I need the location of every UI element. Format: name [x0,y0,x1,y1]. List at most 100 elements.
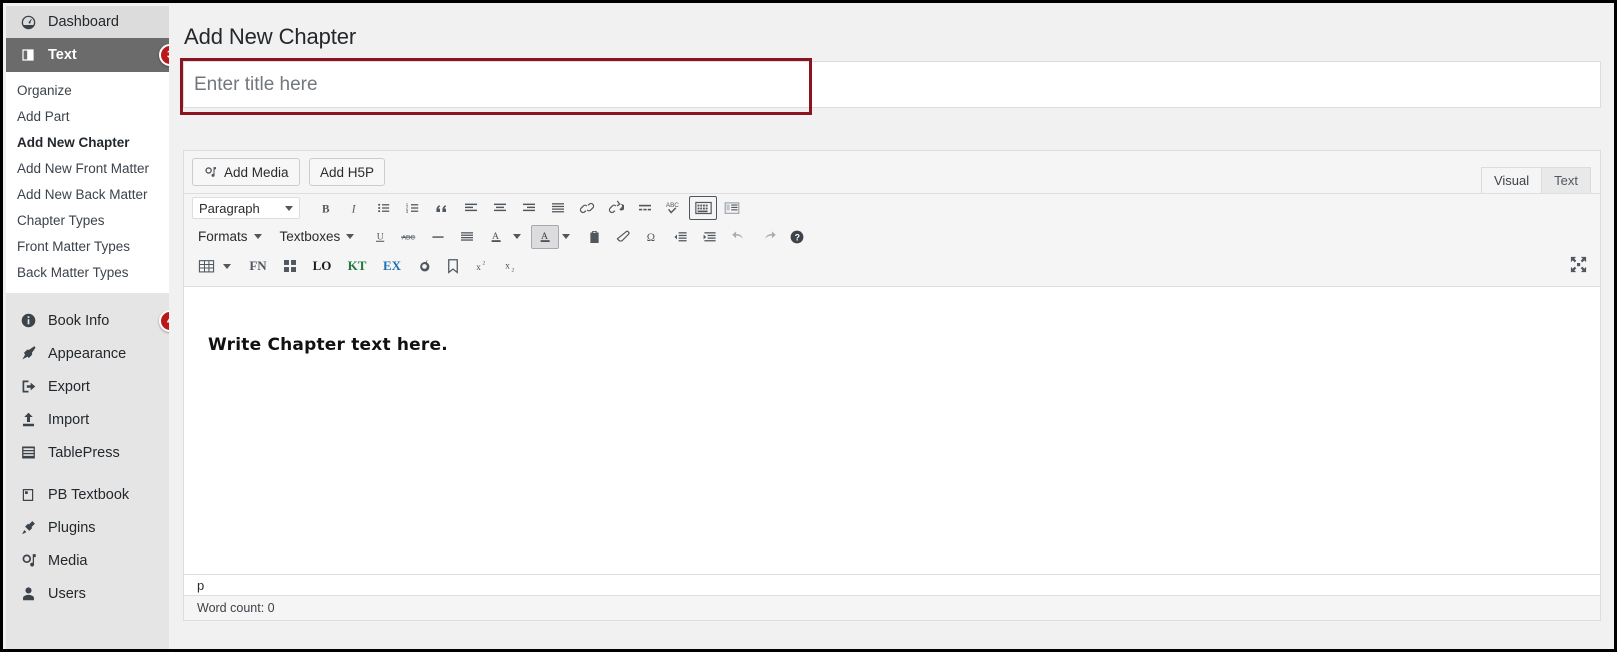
insert-link-icon[interactable] [573,196,601,220]
clear-formatting-icon[interactable] [609,225,637,249]
chevron-down-icon [346,234,355,239]
chevron-down-icon[interactable] [562,234,571,239]
text-color-icon[interactable]: A [482,225,510,249]
chevron-down-icon [253,234,262,239]
svg-text:3: 3 [406,209,409,214]
sidebar-item-back-matter-types[interactable]: Back Matter Types [6,259,169,285]
remove-link-icon[interactable] [602,196,630,220]
sidebar-item-tablepress[interactable]: TablePress [6,436,169,469]
underline-icon[interactable]: U [366,225,394,249]
formats-menu-button[interactable]: Formats [192,225,268,249]
sidebar-item-dashboard[interactable]: Dashboard [6,6,169,38]
textboxes-menu-button[interactable]: Textboxes [274,225,361,249]
sidebar-item-add-new-back-matter[interactable]: Add New Back Matter [6,181,169,207]
italic-icon[interactable]: I [341,196,369,220]
sidebar-item-organize[interactable]: Organize [6,77,169,103]
editor-toolbar-row-2: Formats Textboxes U ABC A A Ω ? [184,222,1600,251]
editor-toolbar-row-3: FN LO KT EX x2 x2 [184,251,1600,281]
key-takeaways-icon[interactable]: KT [340,254,374,278]
media-icon [17,551,39,571]
numbered-list-icon[interactable]: 123 [399,196,427,220]
svg-text:x: x [476,262,481,273]
redo-icon[interactable] [754,225,782,249]
editor-content-text[interactable]: Write Chapter text here. [208,335,1600,355]
sidebar-item-users[interactable]: Users [6,577,169,610]
fullscreen-expand-icon[interactable] [1569,255,1588,279]
editor-mode-tabs: Visual Text [1480,167,1591,193]
keyboard-shortcuts-help-icon[interactable]: ? [783,225,811,249]
exercises-icon[interactable]: EX [375,254,409,278]
subscript-icon[interactable]: x2 [497,254,525,278]
background-color-icon[interactable]: A [531,224,560,249]
sidebar-item-add-part[interactable]: Add Part [6,103,169,129]
decrease-indent-icon[interactable] [667,225,695,249]
sidebar-item-media[interactable]: Media [6,544,169,577]
sidebar-item-appearance[interactable]: Appearance [6,337,169,370]
admin-sidebar: Dashboard Text 3 Organize Add Part Add N… [6,6,169,649]
insert-table-icon[interactable] [718,196,746,220]
align-right-icon[interactable] [515,196,543,220]
learning-objectives-label: LO [312,258,332,273]
special-character-icon[interactable]: Ω [638,225,666,249]
chevron-down-icon[interactable] [223,263,231,269]
chevron-down-icon[interactable] [513,234,522,239]
strikethrough-icon[interactable]: ABC [395,225,423,249]
sidebar-item-export[interactable]: Export [6,370,169,403]
table-grid-icon[interactable] [192,254,220,278]
sidebar-item-plugins[interactable]: Plugins [6,511,169,544]
key-takeaways-label: KT [347,258,367,273]
sidebar-divider [6,293,169,304]
paragraph-format-value: Paragraph [199,200,260,216]
footnote-icon[interactable]: FN [241,254,275,278]
editor-content-area[interactable]: Write Chapter text here. [184,286,1600,574]
footnote-label: FN [249,258,267,273]
table-icon [17,443,39,463]
add-h5p-button[interactable]: Add H5P [309,158,386,186]
editor-toolbar-row-1: Paragraph B I 123 ABC [184,193,1600,222]
paragraph-format-select[interactable]: Paragraph [192,197,300,219]
align-center-icon[interactable] [486,196,514,220]
bold-icon[interactable]: B [312,196,340,220]
svg-text:A: A [492,231,499,242]
chapter-editor: Add Media Add H5P Visual Text Paragraph … [183,150,1601,621]
sidebar-item-label: Media [48,552,88,569]
superscript-icon[interactable]: x2 [468,254,496,278]
chapter-title-input[interactable] [184,62,1600,107]
sidebar-item-chapter-types[interactable]: Chapter Types [6,207,169,233]
tab-visual[interactable]: Visual [1480,167,1543,193]
submenu-item-label: Back Matter Types [17,264,129,280]
table-grid-control[interactable] [192,254,237,278]
sidebar-item-add-new-chapter[interactable]: Add New Chapter [6,129,169,155]
paste-as-text-icon[interactable] [580,225,608,249]
insert-read-more-icon[interactable] [631,196,659,220]
textboxes-label: Textboxes [279,229,341,244]
status-badge: 3 [159,44,169,66]
undo-icon[interactable] [725,225,753,249]
text-color-control[interactable]: A [482,225,527,249]
align-justify-icon[interactable] [544,196,572,220]
spellcheck-icon[interactable]: ABC [660,196,688,220]
background-color-control[interactable]: A [531,224,576,249]
horizontal-rule-icon[interactable] [424,225,452,249]
sidebar-item-book-info[interactable]: Book Info 4 [6,304,169,337]
add-h5p-label: Add H5P [320,164,375,180]
tab-text[interactable]: Text [1541,167,1591,193]
pressbooks-glossary-icon[interactable] [410,254,438,278]
add-media-button[interactable]: Add Media [192,158,300,186]
toolbar-toggle-icon[interactable] [689,196,717,220]
blockquote-icon[interactable] [428,196,456,220]
bulleted-list-icon[interactable] [370,196,398,220]
sidebar-item-import[interactable]: Import [6,403,169,436]
learning-objectives-icon[interactable]: LO [305,254,339,278]
sidebar-item-add-new-front-matter[interactable]: Add New Front Matter [6,155,169,181]
align-left-icon[interactable] [457,196,485,220]
submenu-item-label: Front Matter Types [17,238,131,254]
sidebar-item-front-matter-types[interactable]: Front Matter Types [6,233,169,259]
justify-icon[interactable] [453,225,481,249]
increase-indent-icon[interactable] [696,225,724,249]
sidebar-item-label: PB Textbook [48,486,130,503]
sidebar-item-text[interactable]: Text 3 [6,38,169,72]
bookmark-anchor-icon[interactable] [439,254,467,278]
grid-blocks-icon[interactable] [276,254,304,278]
sidebar-item-pb-textbook[interactable]: PB Textbook [6,478,169,511]
